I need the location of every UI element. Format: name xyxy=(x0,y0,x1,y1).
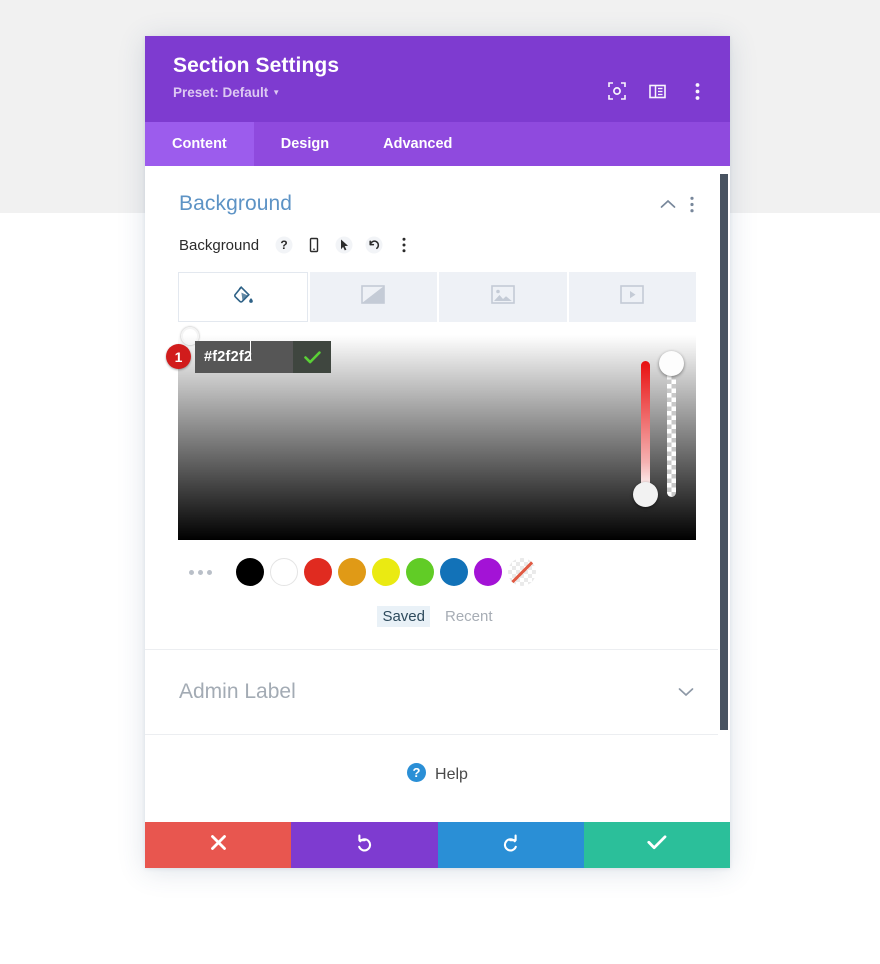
hue-slider-handle[interactable] xyxy=(633,482,658,507)
dot-icon xyxy=(188,569,194,575)
modal-scrollbar-thumb[interactable] xyxy=(720,174,728,730)
admin-label-section[interactable]: Admin Label xyxy=(145,650,730,734)
hex-color-input[interactable] xyxy=(195,341,293,373)
background-type-tabs xyxy=(178,272,696,322)
background-image-tab[interactable] xyxy=(439,272,567,322)
tab-advanced[interactable]: Advanced xyxy=(356,122,479,166)
modal-header: Section Settings Preset: Default ▼ xyxy=(145,36,730,122)
help-button[interactable]: ? Help xyxy=(145,735,730,817)
reset-undo-icon[interactable] xyxy=(363,234,385,256)
dot-icon xyxy=(197,569,203,575)
redo-button[interactable] xyxy=(437,822,584,868)
more-vertical-icon[interactable] xyxy=(682,76,712,106)
modal-scrollbar-track[interactable] xyxy=(718,166,730,822)
swatch-black[interactable] xyxy=(236,558,264,586)
palette-tabs: Saved Recent xyxy=(145,606,730,649)
palette-tab-saved[interactable]: Saved xyxy=(377,606,430,627)
background-section-header: Background xyxy=(145,166,730,226)
background-field-row: Background ? xyxy=(145,226,730,256)
help-question-icon[interactable]: ? xyxy=(273,234,295,256)
settings-tab-bar: Content Design Advanced xyxy=(145,122,730,166)
hex-color-field xyxy=(195,341,331,373)
undo-button[interactable] xyxy=(291,822,438,868)
tab-design[interactable]: Design xyxy=(254,122,356,166)
section-settings-modal: Section Settings Preset: Default ▼ Conte… xyxy=(145,36,730,868)
swatch-white[interactable] xyxy=(270,558,298,586)
swatch-purple[interactable] xyxy=(474,558,502,586)
alpha-slider[interactable] xyxy=(667,357,676,497)
swatch-green[interactable] xyxy=(406,558,434,586)
section-more-vertical-icon[interactable] xyxy=(690,196,694,213)
hue-slider[interactable] xyxy=(641,361,650,491)
swatch-more-button[interactable] xyxy=(178,569,222,575)
swatch-orange[interactable] xyxy=(338,558,366,586)
chevron-down-icon: ▼ xyxy=(272,88,281,97)
text-caret xyxy=(250,341,251,360)
background-section-title: Background xyxy=(179,192,293,215)
hover-cursor-icon[interactable] xyxy=(333,234,355,256)
image-icon xyxy=(490,285,515,309)
help-question-circle-icon: ? xyxy=(407,763,427,787)
svg-text:?: ? xyxy=(280,238,287,252)
video-icon xyxy=(620,285,645,309)
modal-scroll-body: Background Background ? 1 #f2f2f2 Saved … xyxy=(145,166,730,822)
paint-bucket-icon xyxy=(232,284,254,311)
palette-tab-recent[interactable]: Recent xyxy=(440,606,498,627)
swatch-red[interactable] xyxy=(304,558,332,586)
gradient-icon xyxy=(361,285,386,309)
admin-label-title: Admin Label xyxy=(179,680,296,703)
chevron-up-icon[interactable] xyxy=(660,199,676,209)
header-icon-group xyxy=(602,76,712,106)
modal-footer xyxy=(145,822,730,868)
background-section: Background Background ? 1 #f2f2f2 Saved … xyxy=(145,166,730,649)
svg-text:?: ? xyxy=(413,765,421,780)
field-more-vertical-icon[interactable] xyxy=(393,234,415,256)
preset-label: Preset: Default xyxy=(173,85,269,100)
focus-expand-icon[interactable] xyxy=(602,76,632,106)
checkmark-icon xyxy=(647,835,667,855)
background-color-tab[interactable] xyxy=(178,272,308,322)
swatch-yellow[interactable] xyxy=(372,558,400,586)
preset-selector[interactable]: Preset: Default ▼ xyxy=(173,85,280,100)
alpha-slider-handle[interactable] xyxy=(659,351,684,376)
responsive-mobile-icon[interactable] xyxy=(303,234,325,256)
chevron-down-icon[interactable] xyxy=(678,687,694,697)
tab-content[interactable]: Content xyxy=(145,122,254,166)
step-badge-1: 1 xyxy=(166,344,191,369)
undo-arrow-icon xyxy=(355,833,374,857)
swatch-transparent[interactable] xyxy=(508,558,536,586)
redo-arrow-icon xyxy=(501,833,520,857)
color-picker: 1 xyxy=(166,327,696,540)
cancel-button[interactable] xyxy=(145,822,292,868)
hex-confirm-button[interactable] xyxy=(293,341,331,373)
layout-panel-icon[interactable] xyxy=(642,76,672,106)
save-button[interactable] xyxy=(583,822,730,868)
background-gradient-tab[interactable] xyxy=(309,272,437,322)
close-x-icon xyxy=(210,834,227,856)
help-label: Help xyxy=(435,766,468,783)
background-video-tab[interactable] xyxy=(568,272,696,322)
dot-icon xyxy=(206,569,212,575)
color-swatch-row xyxy=(178,558,696,586)
swatch-blue[interactable] xyxy=(440,558,468,586)
background-field-label: Background xyxy=(179,236,260,254)
